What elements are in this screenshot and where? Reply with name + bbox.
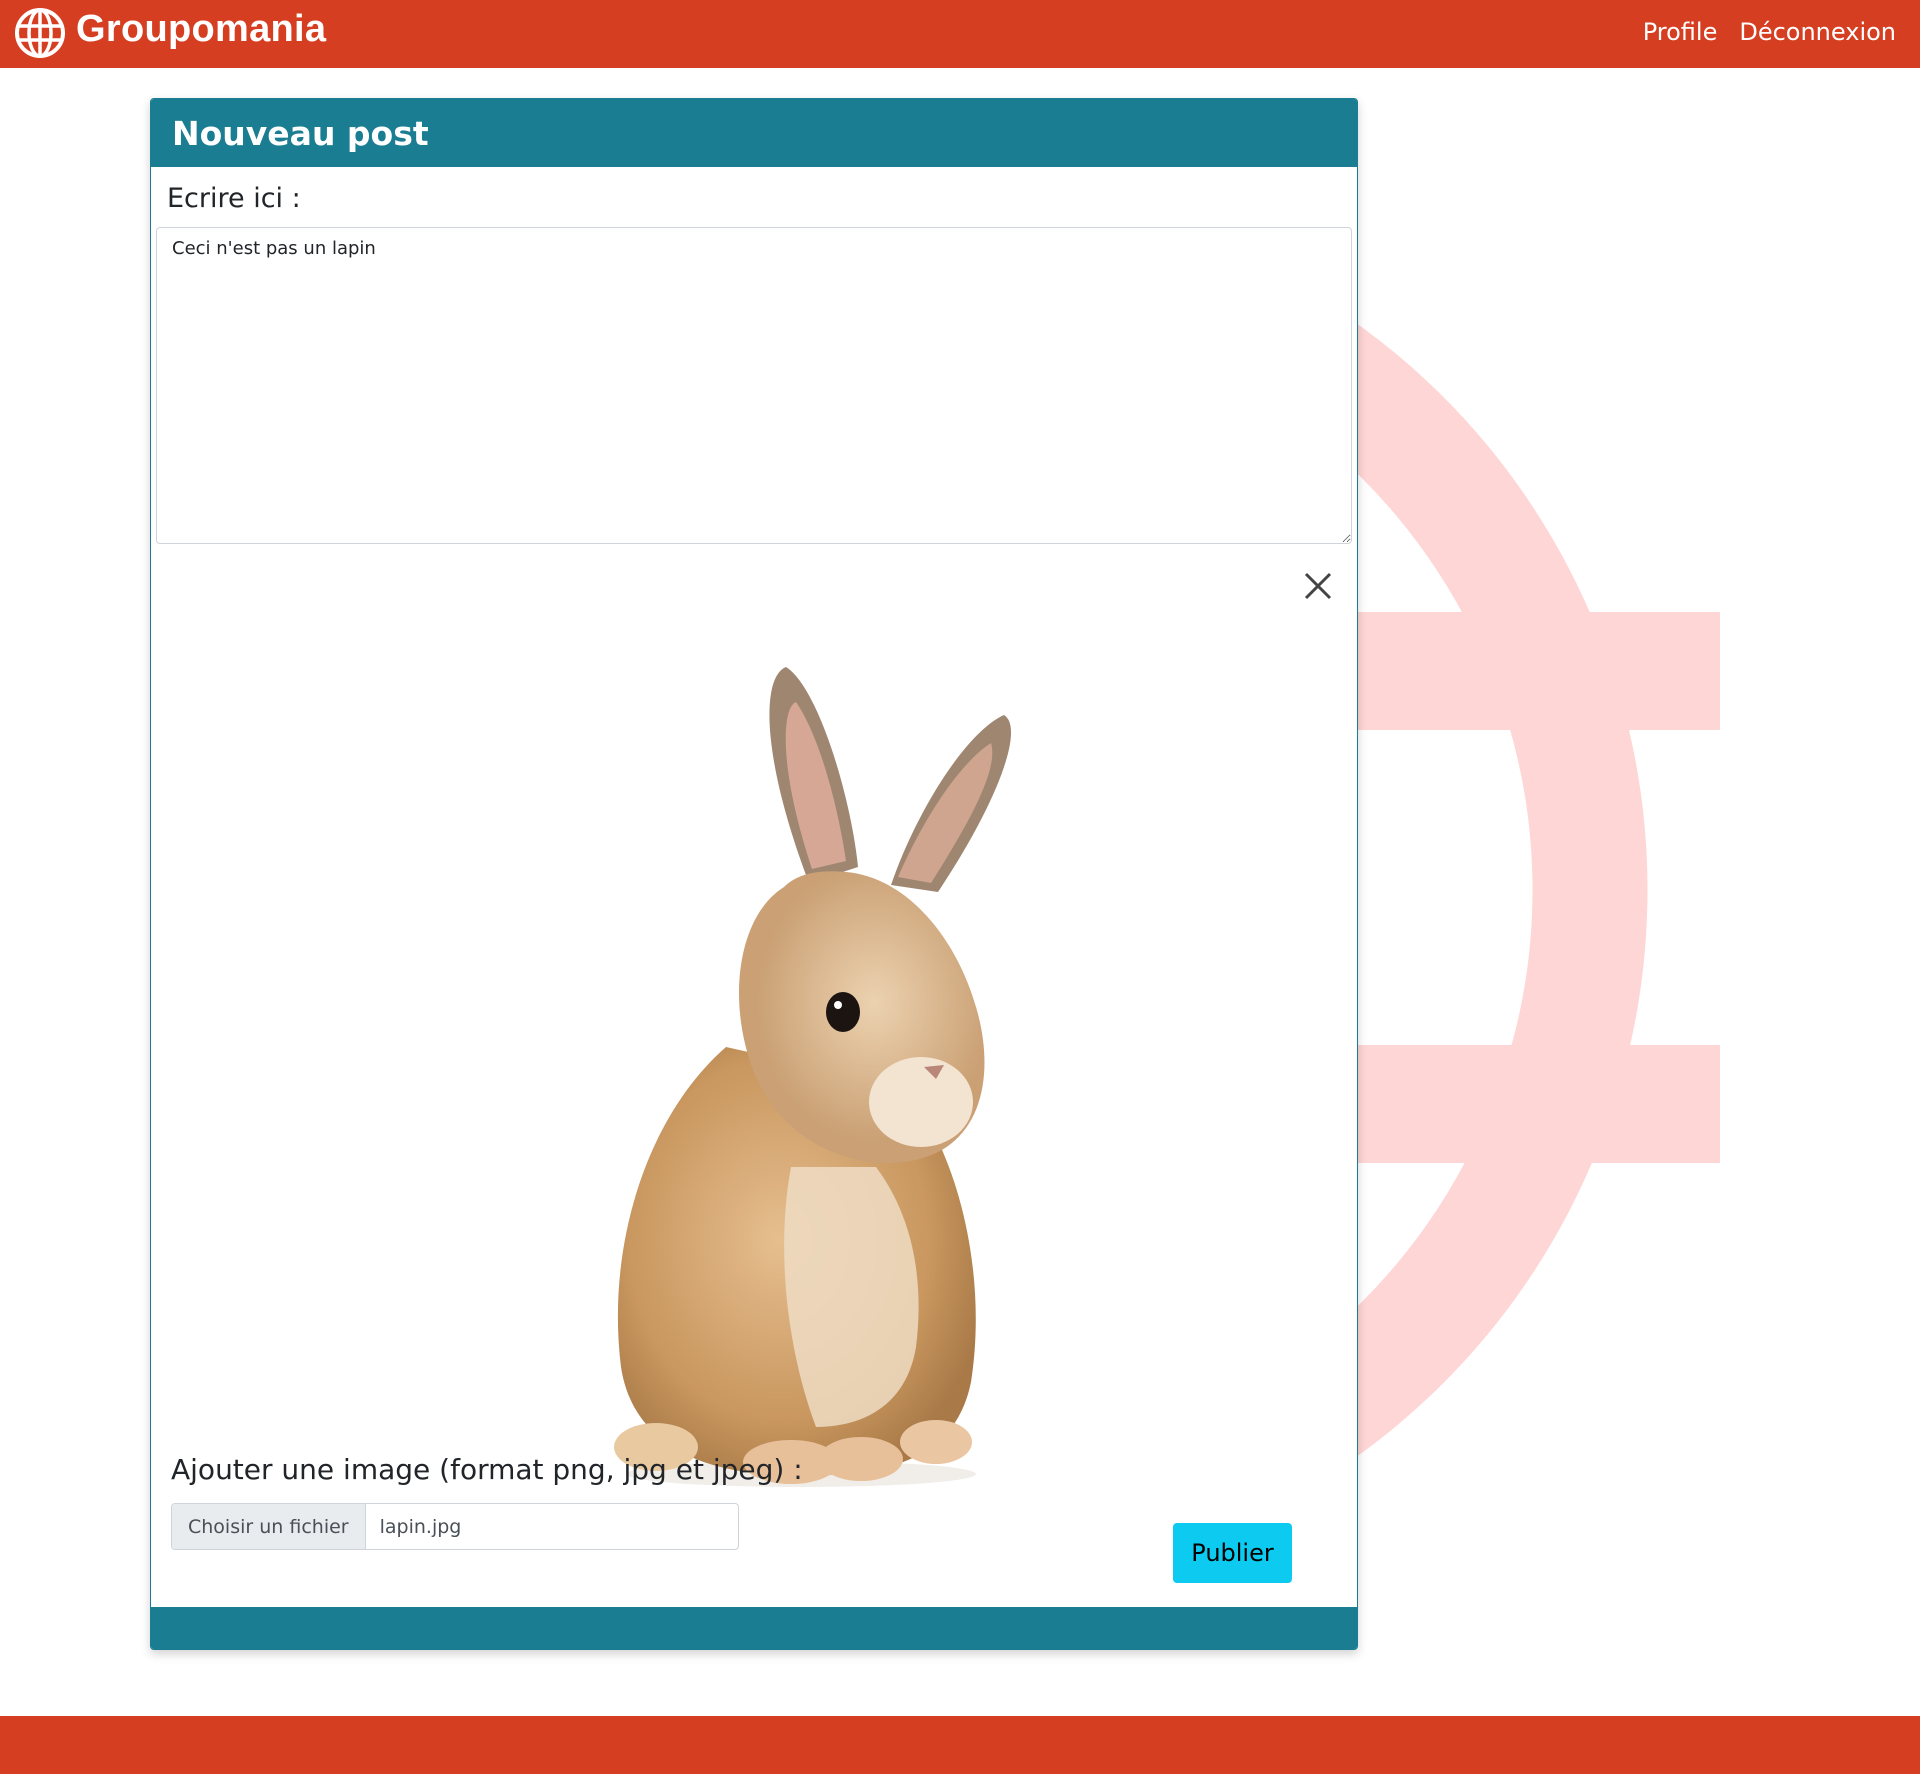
globe-icon — [15, 8, 65, 58]
file-input[interactable]: Choisir un fichier lapin.jpg — [171, 1503, 739, 1550]
text-label: Ecrire ici : — [167, 183, 301, 214]
nav-logout-link[interactable]: Déconnexion — [1739, 18, 1896, 46]
top-navbar: Groupomania Profile Déconnexion — [0, 0, 1920, 68]
card-title: Nouveau post — [172, 113, 429, 153]
page-footer — [0, 1716, 1920, 1774]
file-name: lapin.jpg — [379, 1515, 462, 1538]
brand[interactable]: Groupomania — [14, 7, 326, 59]
add-image-label: Ajouter une image (format png, jpg et jp… — [171, 1453, 803, 1486]
card-footer — [151, 1607, 1357, 1649]
post-text-input[interactable]: Ceci n'est pas un lapin — [156, 227, 1352, 544]
close-icon[interactable] — [1301, 569, 1335, 603]
choose-file-button[interactable]: Choisir un fichier — [172, 1504, 366, 1549]
new-post-card: Nouveau post Ecrire ici : Ceci n'est pas… — [150, 98, 1358, 1650]
image-preview — [614, 667, 1012, 1487]
publish-button[interactable]: Publier — [1173, 1523, 1292, 1583]
card-header: Nouveau post — [151, 99, 1357, 167]
brand-name: Groupomania — [76, 7, 327, 50]
nav-links: Profile Déconnexion — [1643, 18, 1896, 46]
nav-profile-link[interactable]: Profile — [1643, 18, 1718, 46]
